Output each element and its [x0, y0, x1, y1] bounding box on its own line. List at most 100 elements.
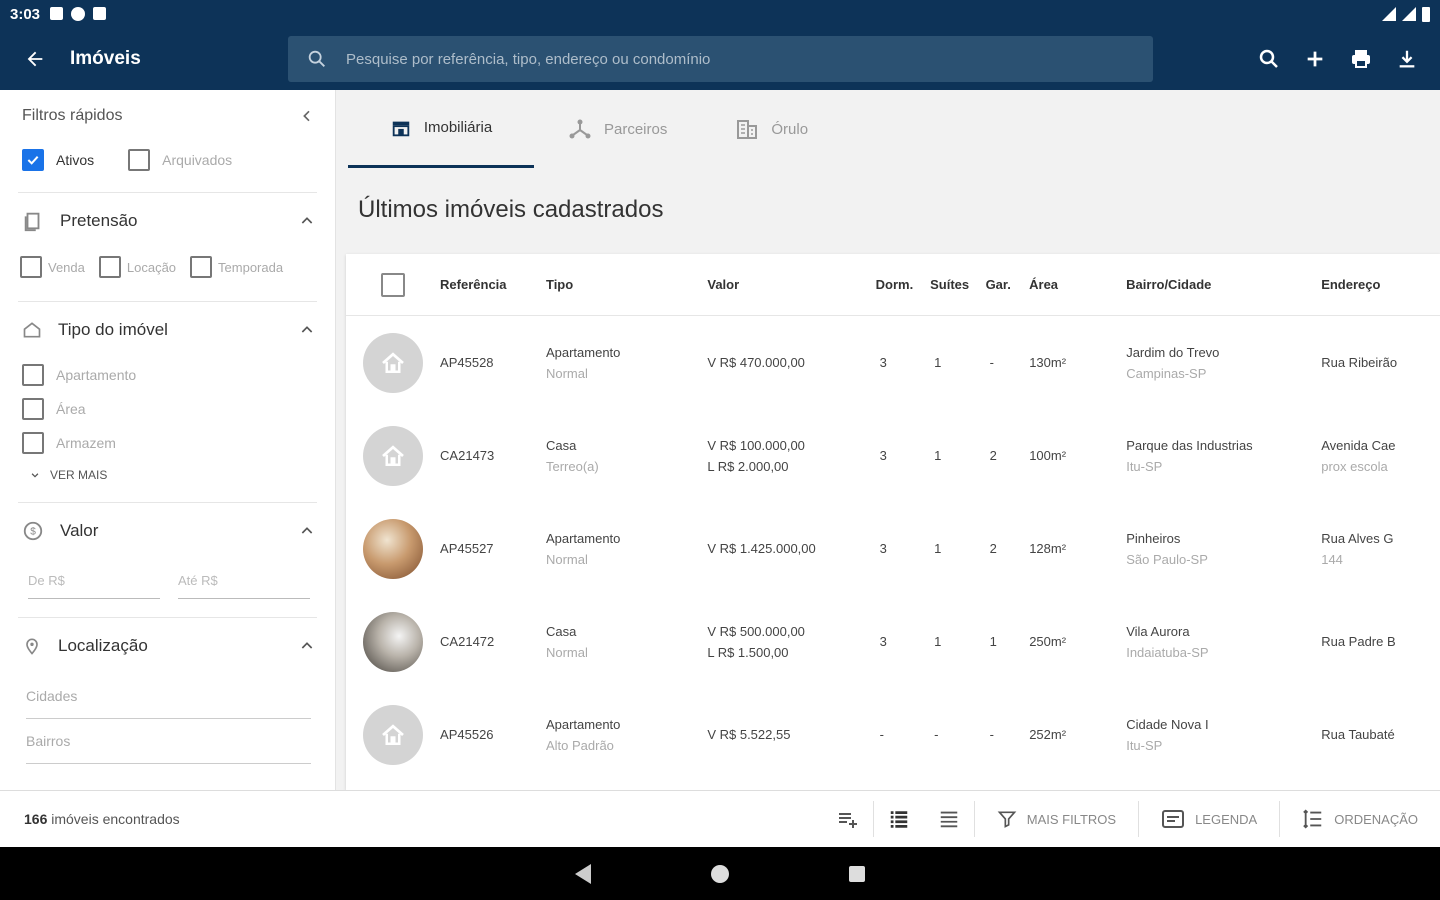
valor-locacao: L R$ 1.500,00 — [707, 644, 789, 660]
search-input[interactable] — [346, 50, 1106, 68]
header-bairro[interactable]: Bairro/Cidade — [1126, 277, 1321, 292]
search-button[interactable] — [1256, 46, 1282, 72]
ver-mais-button[interactable]: VER MAIS — [0, 460, 335, 490]
table-row[interactable]: CA21473 Casa Terreo(a) V R$ 100.000,00 L R$ … — [346, 409, 1440, 502]
chevron-up-icon[interactable] — [299, 638, 315, 654]
tab-imobiliaria[interactable]: Imobiliária — [348, 90, 534, 168]
option-apartamento[interactable]: Apartamento — [22, 358, 335, 392]
quick-filters-title: Filtros rápidos — [22, 107, 123, 124]
table-row[interactable]: AP45528 Apartamento Normal V R$ 470.000,00 3… — [346, 316, 1440, 409]
table-row[interactable]: AP45526 Apartamento Alto Padrão V R$ 5.522,… — [346, 688, 1440, 781]
filters-sidebar: Filtros rápidos Ativos Arquivados Preten… — [0, 90, 336, 790]
table-row[interactable]: CA21472 Casa Normal V R$ 500.000,00 L R$ 1.5… — [346, 595, 1440, 688]
header-valor[interactable]: Valor — [707, 277, 875, 292]
results-count: 166 imóveis encontrados — [0, 811, 740, 827]
bairro-text: Vila Aurora — [1126, 623, 1190, 639]
print-button[interactable] — [1348, 46, 1374, 72]
add-button[interactable] — [1302, 46, 1328, 72]
checkbox-icon[interactable] — [22, 364, 44, 386]
sd-card-icon — [93, 7, 107, 20]
network-icon — [569, 119, 591, 139]
ordenacao-button[interactable]: ORDENAÇÃO — [1280, 791, 1440, 848]
bairro-text: Parque das Industrias — [1126, 437, 1253, 453]
tab-orulo[interactable]: Órulo — [701, 90, 842, 168]
section-tipo[interactable]: Tipo do imóvel — [0, 302, 335, 358]
nav-home-icon[interactable] — [711, 864, 729, 883]
cell-valor: V R$ 5.522,55 — [707, 727, 875, 742]
bairro-text: Cidade Nova I — [1126, 716, 1209, 732]
mais-filtros-button[interactable]: MAIS FILTROS — [975, 791, 1138, 848]
section-pretensao[interactable]: Pretensão — [0, 193, 335, 249]
button-label: MAIS FILTROS — [1026, 811, 1117, 827]
property-placeholder-icon — [363, 425, 424, 486]
filter-arquivados[interactable]: Arquivados — [128, 149, 232, 171]
section-valor[interactable]: $ Valor — [0, 503, 335, 559]
filter-ativos[interactable]: Ativos — [22, 149, 94, 171]
cell-dorm: 3 — [879, 448, 887, 463]
endereco-complemento: 144 — [1321, 551, 1343, 567]
store-icon — [392, 121, 410, 136]
valor-from-input[interactable] — [28, 567, 160, 599]
chevron-up-icon[interactable] — [299, 322, 315, 338]
checkbox-icon[interactable] — [128, 149, 151, 171]
list-view-button[interactable] — [874, 791, 924, 848]
option-label: Apartamento — [56, 367, 137, 383]
checkbox-icon[interactable] — [98, 256, 121, 278]
chevron-up-icon[interactable] — [299, 523, 315, 539]
header-endereco[interactable]: Endereço — [1321, 277, 1440, 292]
chevron-up-icon[interactable] — [299, 213, 315, 229]
checkbox-icon[interactable] — [190, 256, 213, 278]
money-icon: $ — [23, 521, 43, 541]
bairro-text: Jardim do Trevo — [1126, 344, 1220, 360]
endereco-text: Rua Ribeirão — [1321, 355, 1398, 370]
checkbox-checked-icon[interactable] — [22, 149, 44, 171]
header-suites[interactable]: Suítes — [930, 277, 985, 292]
option-temporada[interactable]: Temporada — [190, 256, 283, 278]
option-venda[interactable]: Venda — [20, 256, 85, 278]
header-area[interactable]: Área — [1029, 277, 1126, 292]
bottom-toolbar: 166 imóveis encontrados MAIS FILTROS LEG… — [0, 790, 1440, 847]
tipo-text: Apartamento — [545, 716, 621, 732]
tab-parceiros[interactable]: Parceiros — [534, 90, 701, 168]
tab-bar: Imobiliária Parceiros Órulo — [336, 90, 1440, 168]
cell-area: 130m² — [1029, 355, 1067, 370]
checkbox-icon[interactable] — [22, 398, 44, 420]
results-number: 166 — [24, 811, 48, 827]
valor-venda: V R$ 100.000,00 — [707, 437, 805, 453]
printer-icon — [1352, 50, 1370, 68]
option-label: Armazem — [56, 435, 116, 451]
add-to-list-button[interactable] — [823, 791, 873, 848]
nav-recents-icon[interactable] — [849, 865, 865, 882]
compact-view-button[interactable] — [924, 791, 974, 848]
option-armazem[interactable]: Armazem — [22, 426, 335, 460]
tab-label: Órulo — [771, 120, 809, 138]
cidade-text: Indaiatuba-SP — [1126, 644, 1209, 660]
endereco-text: Rua Alves G — [1321, 530, 1394, 546]
option-area[interactable]: Área — [22, 392, 335, 426]
checkbox-icon[interactable] — [22, 432, 44, 454]
option-locacao[interactable]: Locação — [98, 256, 176, 278]
bairros-input[interactable] — [26, 725, 311, 764]
header-dorm[interactable]: Dorm. — [876, 277, 930, 292]
nav-back-icon[interactable] — [575, 863, 591, 884]
cell-gar: 2 — [989, 541, 997, 556]
cell-endereco: Rua Taubaté — [1321, 727, 1440, 742]
section-localizacao[interactable]: Localização — [0, 618, 335, 674]
table-row[interactable]: AP45527 Apartamento Normal V R$ 1.425.000,0… — [346, 502, 1440, 595]
select-all-checkbox[interactable] — [381, 272, 406, 297]
cell-suites: - — [934, 727, 939, 742]
header-referencia[interactable]: Referência — [440, 277, 546, 292]
back-button[interactable] — [0, 28, 70, 90]
checkbox-icon[interactable] — [20, 256, 42, 278]
legend-icon — [1162, 810, 1185, 828]
cidades-input[interactable] — [26, 680, 311, 719]
cell-valor: V R$ 500.000,00 L R$ 1.500,00 — [707, 624, 875, 660]
chevron-left-icon[interactable] — [299, 108, 315, 124]
header-tipo[interactable]: Tipo — [546, 277, 707, 292]
valor-to-input[interactable] — [178, 567, 310, 599]
search-box[interactable] — [288, 36, 1153, 82]
header-gar[interactable]: Gar. — [986, 277, 1030, 292]
endereco-text: Rua Taubaté — [1321, 727, 1395, 742]
legenda-button[interactable]: LEGENDA — [1139, 791, 1279, 848]
download-button[interactable] — [1394, 46, 1420, 72]
